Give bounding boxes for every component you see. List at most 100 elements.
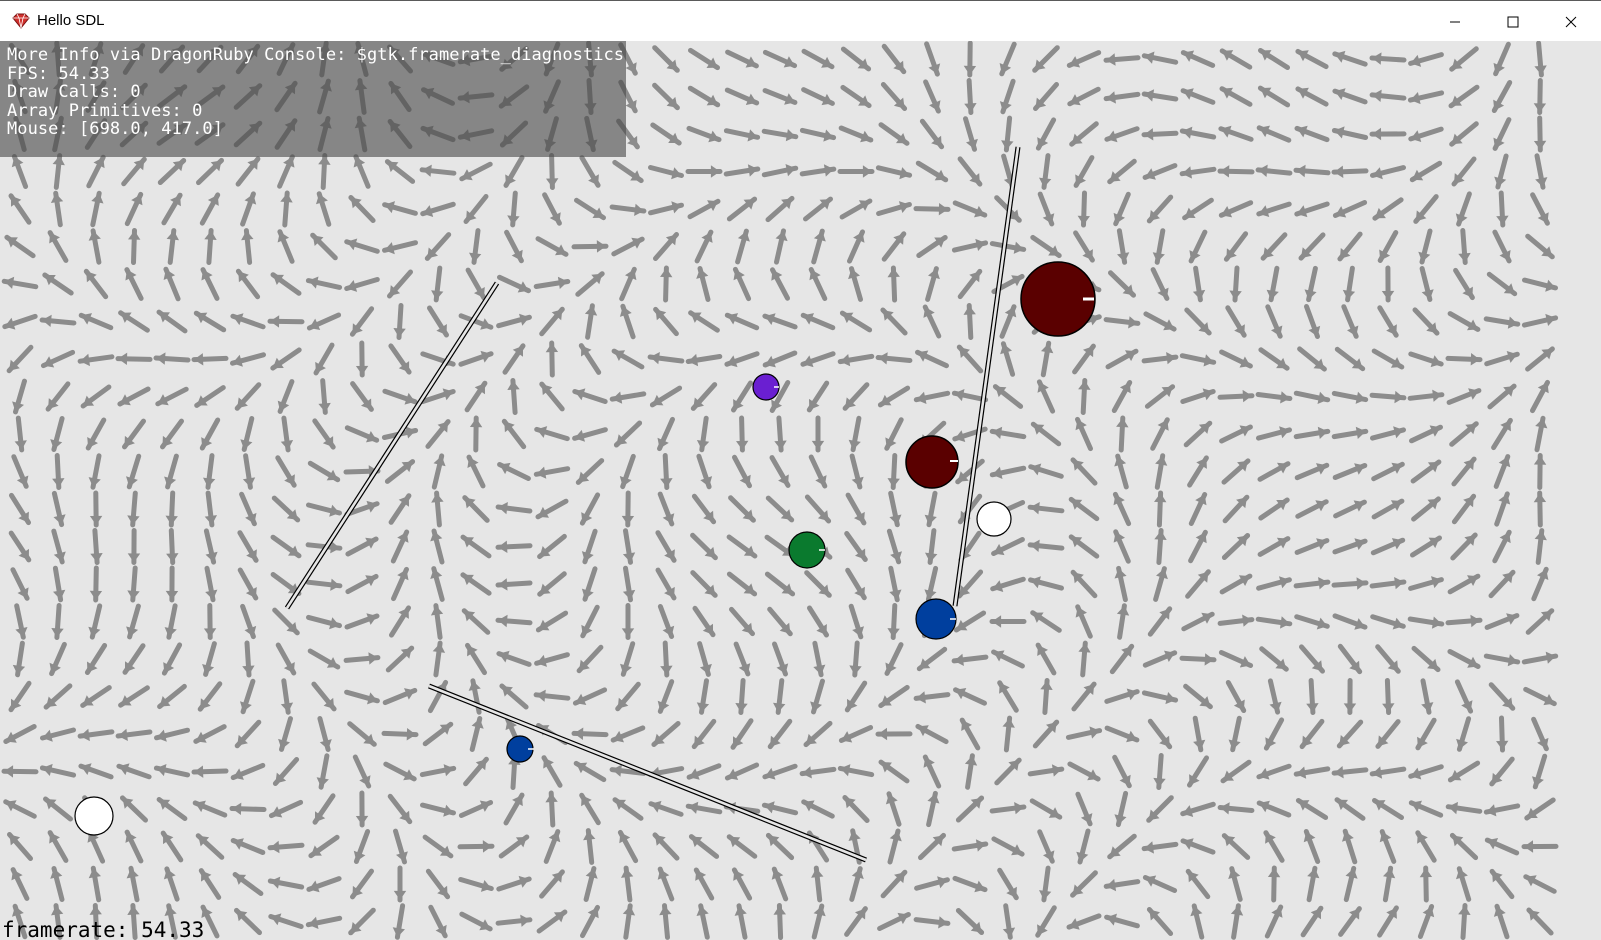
- flow-arrow: [1333, 499, 1367, 519]
- minimize-button[interactable]: [1426, 3, 1484, 41]
- flow-arrow: [165, 565, 179, 603]
- flow-arrow: [424, 232, 452, 261]
- game-canvas[interactable]: More Info via DragonRuby Console: $gtk.f…: [0, 41, 1601, 940]
- flow-arrow: [1449, 421, 1479, 447]
- flow-arrow: [1066, 50, 1102, 68]
- flow-arrow: [504, 229, 524, 264]
- flow-arrow: [420, 802, 456, 817]
- flow-arrow: [1521, 313, 1559, 328]
- flow-arrow: [952, 875, 988, 893]
- flow-arrow: [1032, 719, 1060, 749]
- flow-arrow: [1184, 307, 1212, 336]
- flow-arrow: [696, 266, 711, 302]
- flow-arrow: [420, 201, 456, 217]
- flow-arrow: [47, 230, 69, 263]
- flow-arrow: [85, 417, 107, 451]
- flow-arrow: [1454, 679, 1474, 714]
- flow-arrow: [1154, 490, 1167, 528]
- flow-arrow: [1297, 346, 1327, 372]
- flow-arrow: [1411, 645, 1441, 673]
- flow-arrow: [1103, 53, 1141, 66]
- flow-arrow: [1451, 493, 1477, 525]
- flow-arrow: [913, 203, 951, 216]
- flow-arrow: [382, 388, 418, 405]
- flow-arrow: [1331, 766, 1369, 779]
- flow-arrow: [1256, 125, 1292, 143]
- flow-arrow: [963, 303, 976, 340]
- flow-arrow: [465, 642, 487, 676]
- flow-arrow: [345, 573, 379, 595]
- flow-arrow: [533, 689, 571, 702]
- flow-arrow: [306, 502, 342, 517]
- flow-arrow: [8, 680, 32, 713]
- flow-arrow: [767, 718, 793, 750]
- flow-arrow: [153, 764, 191, 778]
- flow-arrow: [735, 678, 748, 715]
- flow-arrow: [7, 832, 33, 861]
- flow-arrow: [1484, 351, 1520, 367]
- flow-arrow: [1112, 754, 1132, 789]
- flow-arrow: [1225, 680, 1247, 713]
- flow-arrow: [849, 866, 864, 902]
- flow-arrow: [234, 382, 262, 411]
- flow-arrow: [230, 762, 266, 781]
- flow-arrow: [884, 642, 904, 676]
- flow-arrow: [88, 453, 102, 490]
- flow-arrow: [1371, 461, 1405, 482]
- flow-arrow: [1534, 415, 1548, 453]
- flow-arrow: [463, 756, 489, 787]
- flow-arrow: [913, 691, 951, 704]
- flow-arrow: [685, 353, 723, 367]
- flow-arrow: [126, 453, 142, 490]
- minimize-icon: [1449, 16, 1461, 28]
- flow-arrow: [655, 530, 677, 563]
- flow-arrow: [574, 197, 606, 221]
- flow-arrow: [1116, 603, 1130, 640]
- flow-arrow: [1108, 270, 1136, 298]
- flow-arrow: [382, 687, 418, 706]
- flow-arrow: [994, 757, 1022, 786]
- flow-arrow: [1408, 800, 1444, 818]
- flow-arrow: [1408, 764, 1444, 780]
- flow-arrow: [1303, 829, 1321, 864]
- framerate-diagnostics-panel: More Info via DragonRuby Console: $gtk.f…: [0, 41, 626, 157]
- flow-arrow: [612, 159, 644, 184]
- flow-arrow: [318, 153, 331, 190]
- flow-arrow: [572, 388, 608, 404]
- flow-arrow: [39, 314, 77, 327]
- flow-arrow: [622, 565, 636, 603]
- flow-arrow: [240, 416, 255, 452]
- flow-arrow: [1369, 89, 1407, 102]
- ball-purple: [752, 373, 780, 401]
- flow-arrow: [1449, 121, 1479, 147]
- flow-arrow: [1293, 766, 1331, 779]
- close-button[interactable]: [1542, 3, 1600, 41]
- flow-arrow: [1067, 86, 1101, 107]
- flow-arrow: [1142, 163, 1178, 180]
- flow-arrow: [1180, 388, 1216, 404]
- ball-white: [976, 501, 1012, 537]
- flow-arrow: [1037, 191, 1055, 227]
- flow-arrow: [89, 490, 103, 528]
- flow-arrow: [1266, 265, 1280, 303]
- flow-arrow: [1523, 686, 1557, 707]
- flow-arrow: [51, 528, 66, 565]
- title-bar[interactable]: Hello SDL: [0, 2, 1601, 41]
- flow-arrow: [383, 761, 417, 782]
- flow-arrow: [575, 458, 605, 485]
- flow-arrow: [202, 641, 217, 677]
- flow-arrow: [42, 272, 74, 296]
- flow-arrow: [1078, 640, 1091, 678]
- flow-arrow: [648, 800, 684, 817]
- flow-arrow: [1448, 84, 1480, 109]
- framerate-label: framerate: 54.33: [2, 918, 205, 940]
- flow-arrow: [460, 534, 492, 559]
- flow-arrow: [696, 678, 710, 715]
- flow-arrow: [347, 721, 377, 747]
- flow-arrow: [431, 265, 444, 303]
- flow-arrow: [690, 382, 718, 411]
- flow-arrow: [1190, 903, 1205, 940]
- flow-arrow: [430, 566, 445, 602]
- maximize-button[interactable]: [1484, 3, 1542, 41]
- flow-arrow: [957, 156, 983, 187]
